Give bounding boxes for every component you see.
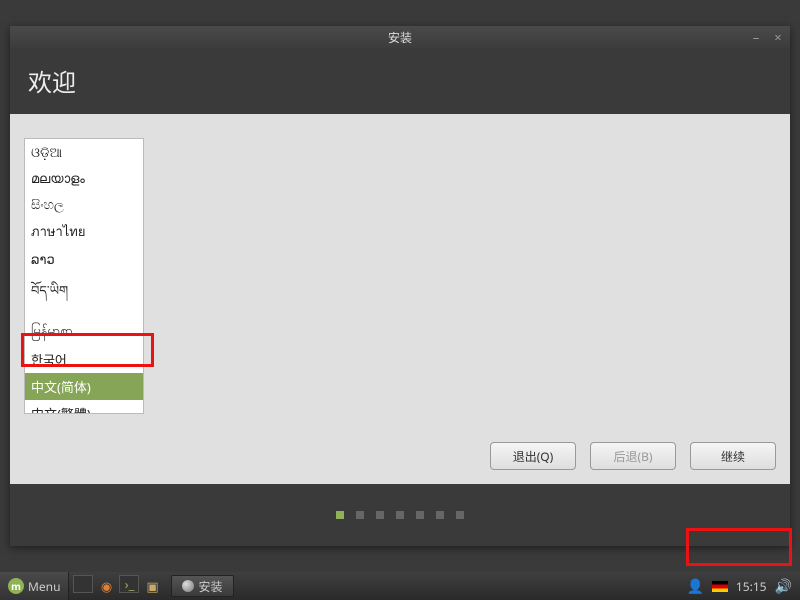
language-option[interactable]: 中文(繁體) [25, 400, 143, 414]
step-dot [436, 511, 444, 519]
taskbar-item-label: 安装 [198, 578, 222, 595]
clock[interactable]: 15:15 [736, 578, 767, 595]
start-menu-button[interactable]: m Menu [0, 572, 69, 600]
window-controls: – × [748, 26, 786, 48]
language-option[interactable]: 中文(简体) [25, 373, 143, 400]
taskbar: m Menu ◉ ›_ ▣ 安装 👤 15:15 🔊 [0, 572, 800, 600]
installer-content: ଓଡ଼ିଆമലയാളംසිංහලภาษาไทยລາວབོད་ཡིགမြန်မာစ… [10, 114, 790, 484]
mint-logo-icon: m [8, 578, 24, 594]
volume-icon[interactable]: 🔊 [775, 577, 792, 596]
step-dot [356, 511, 364, 519]
start-menu-label: Menu [28, 578, 60, 595]
files-icon[interactable]: ▣ [141, 575, 163, 597]
keyboard-layout-icon[interactable] [712, 581, 728, 592]
system-tray: 👤 15:15 🔊 [678, 577, 800, 596]
step-dot [396, 511, 404, 519]
language-list[interactable]: ଓଡ଼ିଆമലയാളംසිංහලภาษาไทยລາວབོད་ཡིགမြန်မာစ… [24, 138, 144, 414]
quit-button[interactable]: 退出(Q) [490, 442, 576, 470]
language-option[interactable]: བོད་ཡིག [25, 272, 143, 317]
installer-header: 欢迎 [10, 48, 790, 114]
minimize-button[interactable]: – [748, 28, 764, 46]
taskbar-item-installer[interactable]: 安装 [171, 575, 233, 597]
firefox-icon[interactable]: ◉ [95, 575, 117, 597]
step-dot [456, 511, 464, 519]
language-option[interactable]: ଓଡ଼ିଆ [25, 139, 143, 165]
window-titlebar: 安装 – × [10, 26, 790, 48]
continue-button[interactable]: 继续 [690, 442, 776, 470]
show-desktop-icon[interactable] [73, 575, 93, 593]
step-dot [416, 511, 424, 519]
disc-icon [182, 580, 194, 592]
step-dot [336, 511, 344, 519]
language-option[interactable]: 한국어 [25, 346, 143, 373]
quick-launchers: ◉ ›_ ▣ [69, 575, 167, 597]
language-option[interactable]: ລາວ [25, 246, 143, 272]
desktop: 安装 – × 欢迎 ଓଡ଼ିଆമലയാളംසිංහලภาษาไทยລາວབོད་… [0, 0, 800, 600]
language-option[interactable]: සිංහල [25, 191, 143, 217]
terminal-icon[interactable]: ›_ [119, 575, 139, 593]
page-title: 欢迎 [28, 63, 76, 99]
close-button[interactable]: × [770, 28, 786, 46]
step-dot [376, 511, 384, 519]
language-option[interactable]: ภาษาไทย [25, 217, 143, 246]
user-icon[interactable]: 👤 [686, 577, 703, 596]
language-option[interactable]: မြန်မာစာ [25, 317, 143, 346]
wizard-buttons: 退出(Q) 后退(B) 继续 [490, 442, 776, 470]
window-title: 安装 [388, 29, 412, 46]
step-indicator [10, 484, 790, 546]
back-button: 后退(B) [590, 442, 676, 470]
installer-window: 安装 – × 欢迎 ଓଡ଼ିଆമലയാളംසිංහලภาษาไทยລາວབོད་… [10, 26, 790, 546]
language-option[interactable]: മലയാളം [25, 165, 143, 191]
